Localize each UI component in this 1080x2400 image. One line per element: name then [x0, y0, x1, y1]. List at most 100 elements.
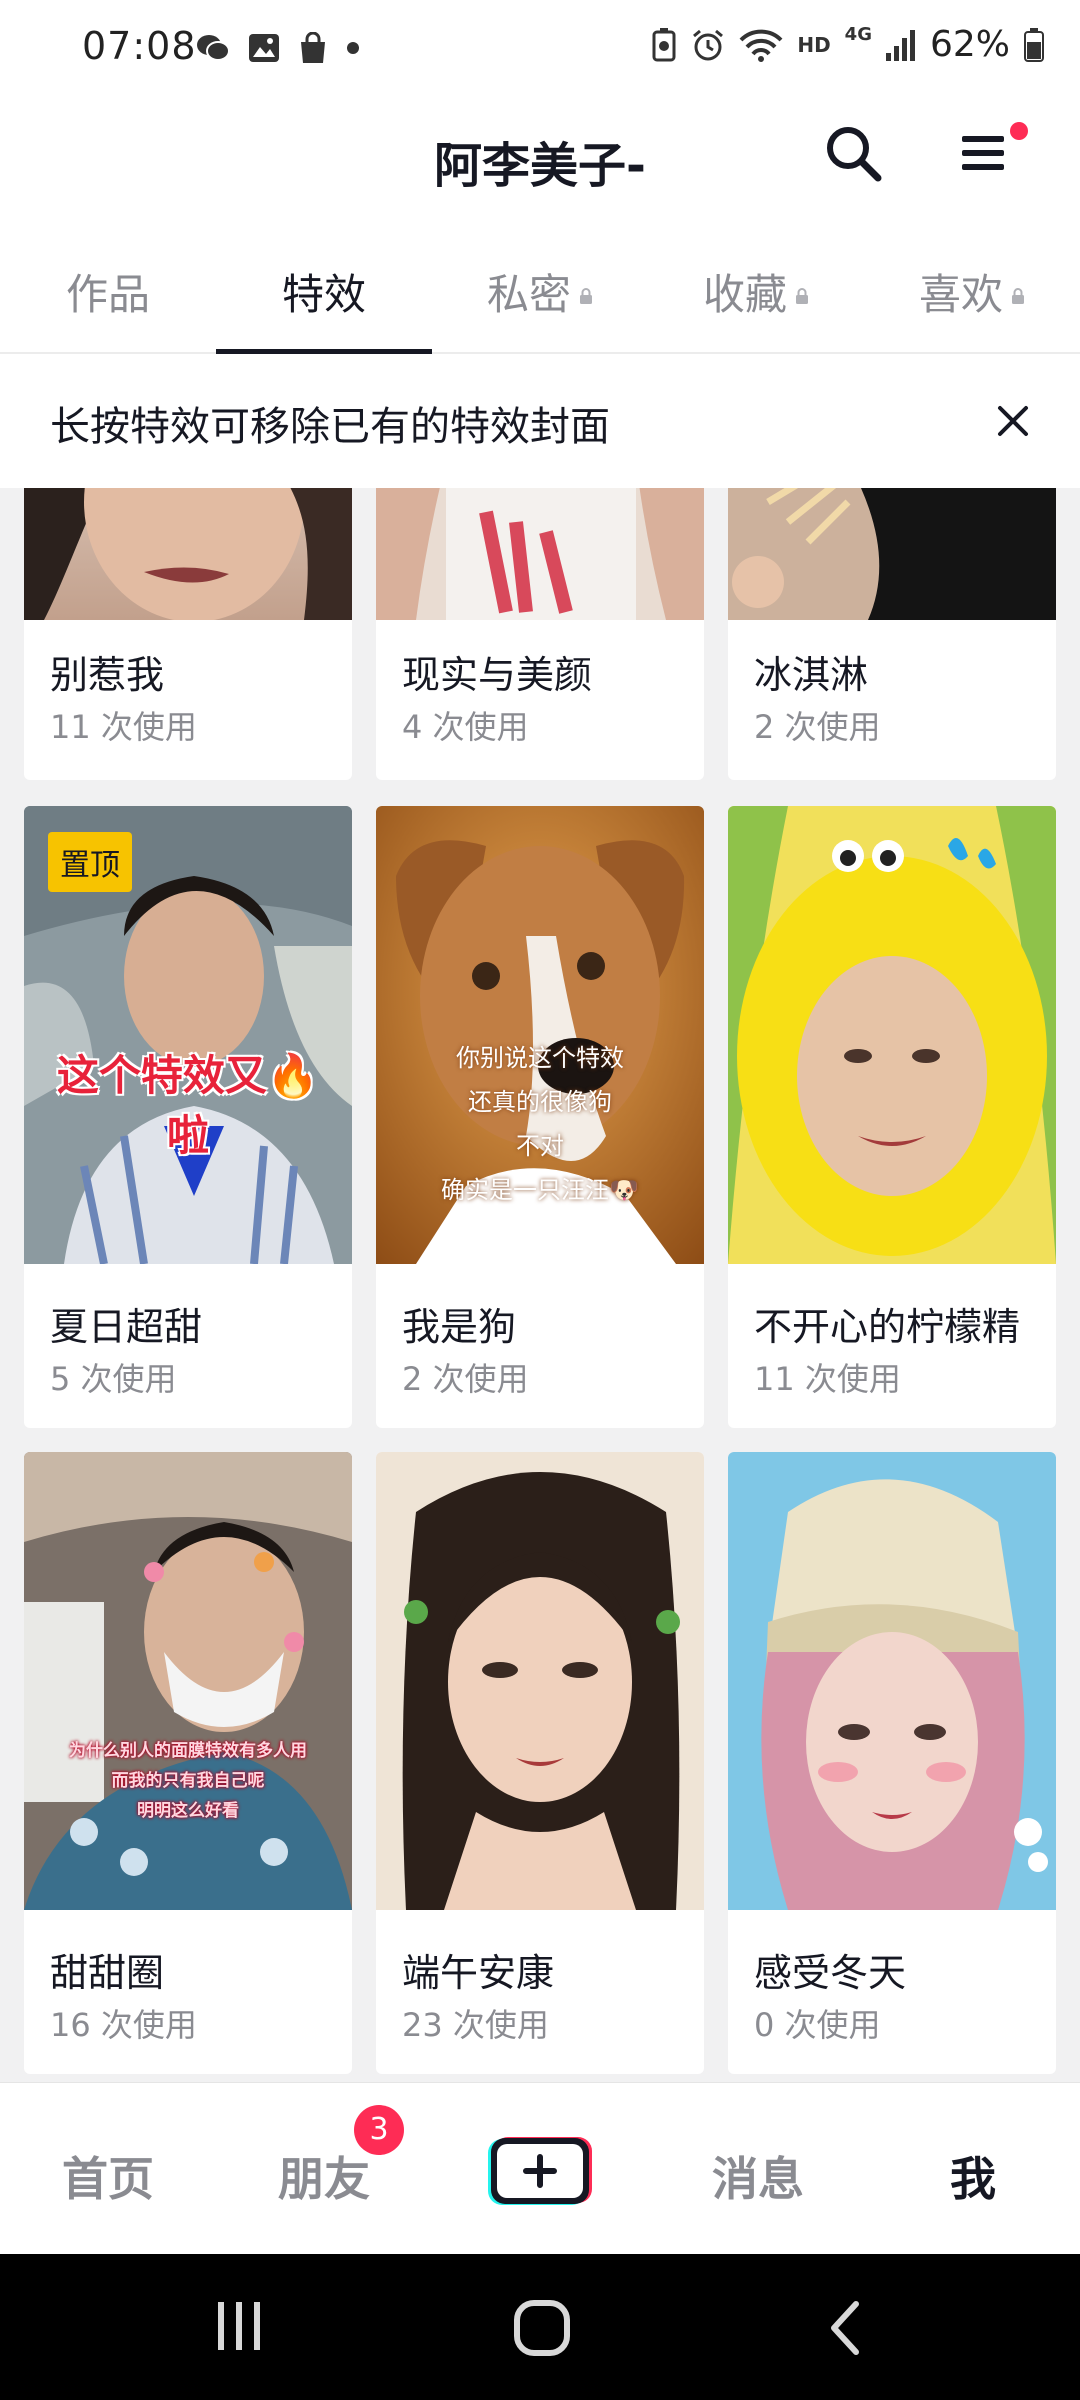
effect-title: 端午安康	[402, 1951, 555, 1995]
home-icon[interactable]	[512, 2298, 572, 2358]
effect-usage: 2 次使用	[754, 708, 881, 746]
menu-button[interactable]	[952, 122, 1014, 184]
menu-icon	[962, 136, 1004, 170]
effect-card[interactable]: 置顶 这个特效又🔥 啦 夏日超甜 5 次使用	[24, 806, 352, 1428]
alarm-icon	[693, 29, 724, 60]
effect-card[interactable]: 别惹我 11 次使用	[24, 488, 352, 780]
create-button[interactable]	[486, 2133, 594, 2209]
effect-title: 感受冬天	[754, 1951, 907, 1995]
friends-notification-badge: 3	[354, 2105, 404, 2155]
effect-title: 不开心的柠檬精	[754, 1305, 1021, 1349]
tab-label: 私密	[486, 270, 571, 319]
effect-overlay-caption: 这个特效又🔥 啦	[24, 1046, 352, 1166]
tab-likes[interactable]: 喜欢	[864, 240, 1080, 354]
effect-card[interactable]: 为什么别人的面膜特效有多人用 而我的只有我自己呢 明明这么好看 甜甜圈 16 次…	[24, 1452, 352, 2074]
effect-title: 现实与美颜	[402, 653, 593, 697]
overlay-line: 不对	[516, 1132, 564, 1160]
close-tip-button[interactable]	[990, 398, 1036, 444]
search-icon	[827, 127, 882, 182]
nav-friends[interactable]: 朋友	[278, 2143, 370, 2209]
nav-messages[interactable]: 消息	[712, 2143, 804, 2209]
wifi-icon	[739, 29, 783, 62]
effect-title: 别惹我	[50, 653, 165, 697]
profile-title: 阿李美子-	[434, 138, 646, 194]
effect-thumbnail	[728, 806, 1056, 1264]
wechat-icon	[197, 35, 230, 61]
signal-icon	[885, 29, 915, 61]
recent-apps-icon[interactable]	[214, 2298, 266, 2354]
effect-thumbnail	[376, 488, 704, 620]
status-right: HD 4G 62%	[651, 24, 1044, 65]
effect-thumbnail	[728, 1452, 1056, 1910]
effect-card[interactable]: 冰淇淋 2 次使用	[728, 488, 1056, 780]
lock-icon	[580, 287, 592, 304]
overlay-line: 确实是一只汪汪🐶	[441, 1176, 639, 1204]
overlay-line: 还真的很像狗	[468, 1088, 612, 1116]
profile-tabs: 作品 特效 私密 收藏 喜欢	[0, 240, 1080, 354]
effect-usage: 11 次使用	[754, 1360, 901, 1398]
effect-usage: 0 次使用	[754, 2006, 881, 2044]
effect-card[interactable]: 不开心的柠檬精 11 次使用	[728, 806, 1056, 1428]
system-navigation-bar	[0, 2254, 1080, 2400]
effect-card[interactable]: 端午安康 23 次使用	[376, 1452, 704, 2074]
effect-usage: 11 次使用	[50, 708, 197, 746]
screen: 07:08 HD 4G 62% 阿李美子- 作品 特效 私密 收藏 喜欢 长按特…	[0, 0, 1080, 2400]
tab-private[interactable]: 私密	[432, 240, 648, 354]
active-tab-indicator	[216, 349, 432, 354]
effect-thumbnail	[24, 1452, 352, 1910]
effect-usage: 23 次使用	[402, 2006, 549, 2044]
effect-title: 甜甜圈	[50, 1951, 165, 1995]
profile-header: 阿李美子-	[0, 96, 1080, 220]
status-time: 07:08	[82, 24, 197, 68]
effect-title: 冰淇淋	[754, 653, 869, 697]
hd-label: HD	[797, 32, 831, 57]
tip-text: 长按特效可移除已有的特效封面	[50, 404, 610, 450]
effects-grid: 别惹我 11 次使用 现实与美颜 4 次使用 冰淇淋 2 次使用 置顶 这个特效…	[0, 488, 1080, 2082]
shopping-bag-icon	[301, 32, 325, 63]
tip-banner: 长按特效可移除已有的特效封面	[0, 356, 1080, 488]
plus-icon	[488, 2137, 592, 2205]
battery-icon	[1024, 27, 1044, 62]
tab-works[interactable]: 作品	[0, 240, 216, 354]
overlay-line: 明明这么好看	[137, 1801, 239, 1821]
nav-me[interactable]: 我	[950, 2143, 996, 2209]
lock-icon	[796, 287, 808, 304]
tab-label: 特效	[281, 270, 366, 319]
overlay-line: 你别说这个特效	[456, 1044, 624, 1072]
bottom-navigation: 首页 朋友 3 消息 我	[0, 2082, 1080, 2254]
effect-usage: 4 次使用	[402, 708, 529, 746]
gallery-icon	[249, 34, 279, 62]
effect-card[interactable]: 感受冬天 0 次使用	[728, 1452, 1056, 2074]
effect-card[interactable]: 现实与美颜 4 次使用	[376, 488, 704, 780]
back-icon[interactable]	[824, 2298, 864, 2358]
pinned-badge: 置顶	[48, 832, 132, 892]
tab-effects[interactable]: 特效	[216, 240, 432, 354]
effect-title: 我是狗	[402, 1305, 517, 1349]
dot-icon	[347, 42, 359, 54]
tab-favorites[interactable]: 收藏	[648, 240, 864, 354]
overlay-line: 为什么别人的面膜特效有多人用	[69, 1741, 307, 1761]
close-icon	[998, 406, 1028, 436]
search-button[interactable]	[822, 122, 884, 184]
tab-label: 喜欢	[918, 270, 1003, 319]
effect-usage: 16 次使用	[50, 2006, 197, 2044]
overlay-line: 这个特效又🔥	[56, 1051, 320, 1100]
effect-card[interactable]: 你别说这个特效 还真的很像狗 不对 确实是一只汪汪🐶 我是狗 2 次使用	[376, 806, 704, 1428]
effect-usage: 5 次使用	[50, 1360, 177, 1398]
lock-icon	[1012, 287, 1024, 304]
battery-percent: 62%	[929, 24, 1010, 65]
status-bar: 07:08 HD 4G 62%	[0, 0, 1080, 96]
effect-usage: 2 次使用	[402, 1360, 529, 1398]
effect-thumbnail	[376, 1452, 704, 1910]
effect-thumbnail	[728, 488, 1056, 620]
menu-notification-dot	[1010, 122, 1028, 140]
overlay-line: 而我的只有我自己呢	[111, 1771, 265, 1791]
effect-overlay-caption: 你别说这个特效 还真的很像狗 不对 确实是一只汪汪🐶	[376, 1036, 704, 1212]
nav-home[interactable]: 首页	[62, 2143, 154, 2209]
network-label: 4G	[844, 24, 872, 45]
battery-saver-icon	[652, 27, 676, 61]
effect-thumbnail	[24, 488, 352, 620]
tab-label: 作品	[65, 270, 150, 319]
status-notification-icons	[196, 32, 360, 64]
overlay-line: 啦	[166, 1111, 209, 1160]
